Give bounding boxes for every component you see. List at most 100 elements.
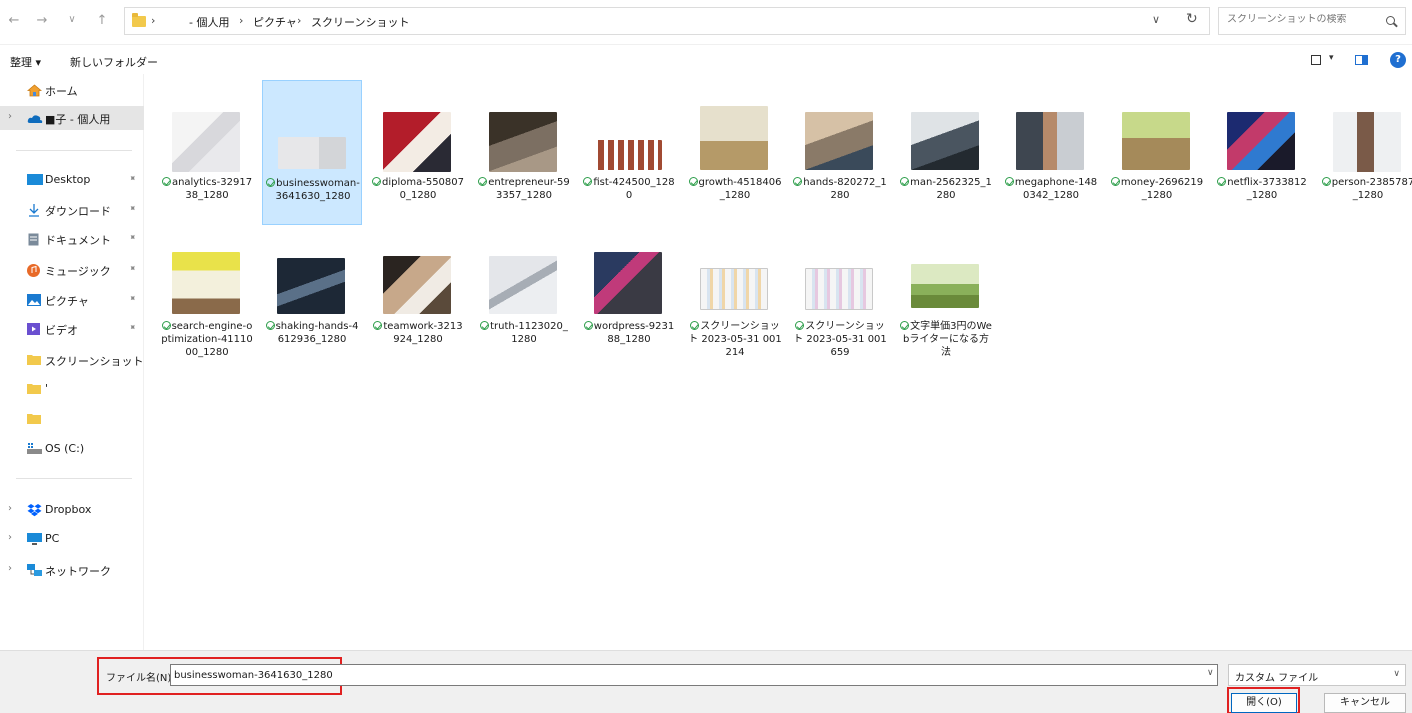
new-folder-button[interactable]: 新しいフォルダー	[70, 54, 158, 70]
sidebar-item-label: PC	[45, 532, 60, 545]
sync-status-icon	[1217, 177, 1227, 186]
view-mode-icon[interactable]	[1311, 55, 1321, 65]
sync-status-icon	[161, 321, 171, 330]
file-name-text: growth-4518406_1280	[698, 177, 782, 201]
chevron-right-icon[interactable]: ›	[8, 563, 12, 574]
file-tile[interactable]: hands-820272_1280	[790, 80, 890, 225]
address-row: ← → ∨ ↑ › - 個人用 › ピクチャ › スクリーンショット ∨ ↻	[0, 0, 1412, 44]
open-button[interactable]: 開く(O)	[1231, 693, 1297, 713]
breadcrumb-personal[interactable]: - 個人用	[189, 14, 229, 30]
file-name-text: money-2696219_1280	[1120, 177, 1204, 201]
search-icon[interactable]	[1386, 16, 1395, 25]
file-tile[interactable]: growth-4518406_1280	[685, 80, 785, 225]
sidebar-item-onedrive[interactable]: › ■子 - 個人用	[0, 106, 144, 130]
breadcrumb-pictures[interactable]: ピクチャ	[253, 14, 297, 30]
chevron-right-icon[interactable]: ›	[8, 111, 12, 122]
sidebar-item-label: ネットワーク	[45, 565, 111, 578]
sidebar-item-dropbox[interactable]: › Dropbox	[0, 498, 144, 522]
filename-input[interactable]	[170, 664, 1218, 686]
file-tile[interactable]: analytics-3291738_1280	[157, 80, 257, 225]
file-tile[interactable]: 文字単価3円のWebライターになる方法	[896, 224, 996, 369]
breadcrumb-screenshots[interactable]: スクリーンショット	[311, 14, 409, 30]
sidebar-item-downloads[interactable]: ダウンロード ✦	[0, 198, 144, 222]
pin-icon[interactable]: ✦	[126, 263, 138, 275]
dropbox-icon	[27, 504, 42, 517]
pin-icon[interactable]: ✦	[126, 203, 138, 215]
file-tile[interactable]: search-engine-optimization-4111000_1280	[157, 224, 257, 369]
file-tile[interactable]: man-2562325_1280	[896, 80, 996, 225]
filetype-select[interactable]: カスタム ファイル ∨	[1228, 664, 1406, 686]
forward-arrow-icon[interactable]: →	[34, 13, 50, 28]
folder-icon	[27, 384, 41, 394]
file-thumbnail	[383, 256, 451, 314]
chevron-down-icon: ∨	[1393, 669, 1400, 679]
file-name: スクリーンショット 2023-05-31 001659	[793, 320, 887, 359]
view-mode-dropdown-icon[interactable]: ▾	[1329, 53, 1334, 63]
file-tile[interactable]: truth-1123020_1280	[474, 224, 574, 369]
chevron-right-icon[interactable]: ›	[8, 532, 12, 543]
refresh-icon[interactable]: ↻	[1186, 11, 1198, 27]
file-dialog-footer: ファイル名(N): ∨ カスタム ファイル ∨ 開く(O) キャンセル	[0, 650, 1412, 713]
address-bar[interactable]: › - 個人用 › ピクチャ › スクリーンショット	[124, 7, 1210, 35]
pin-icon[interactable]: ✦	[126, 173, 138, 185]
cancel-button[interactable]: キャンセル	[1324, 693, 1406, 713]
sidebar-item-pictures[interactable]: ピクチャ ✦	[0, 288, 144, 312]
file-tile[interactable]: diploma-5508070_1280	[368, 80, 468, 225]
sidebar-item-pc[interactable]: › PC	[0, 527, 144, 551]
file-tile[interactable]: スクリーンショット 2023-05-31 001659	[790, 224, 890, 369]
file-name-text: businesswoman-3641630_1280	[275, 178, 360, 202]
file-thumbnail	[1333, 112, 1401, 172]
file-name: man-2562325_1280	[899, 176, 993, 202]
recent-locations-chevron-icon[interactable]: ∨	[64, 14, 80, 25]
pin-icon[interactable]: ✦	[126, 232, 138, 244]
pin-icon[interactable]: ✦	[126, 322, 138, 334]
sidebar-item-label: スクリーンショット	[45, 355, 144, 368]
sidebar-item-folder[interactable]	[0, 407, 144, 431]
address-history-chevron-icon[interactable]: ∨	[1152, 13, 1160, 26]
file-tile[interactable]: wordpress-923188_1280	[579, 224, 679, 369]
sidebar-item-videos[interactable]: ビデオ ✦	[0, 317, 144, 341]
sidebar-item-desktop[interactable]: Desktop ✦	[0, 168, 144, 192]
pin-icon[interactable]: ✦	[126, 293, 138, 305]
up-arrow-icon[interactable]: ↑	[94, 13, 110, 28]
document-icon	[28, 233, 39, 246]
file-name-text: 文字単価3円のWebライターになる方法	[903, 321, 992, 358]
search-box[interactable]	[1218, 7, 1406, 35]
file-tile[interactable]: shaking-hands-4612936_1280	[262, 224, 362, 369]
preview-pane-icon[interactable]	[1355, 55, 1368, 65]
sync-status-icon	[265, 321, 275, 330]
chevron-right-icon[interactable]: ›	[239, 14, 243, 27]
chevron-right-icon[interactable]: ›	[8, 503, 12, 514]
sidebar-item-documents[interactable]: ドキュメント ✦	[0, 227, 144, 251]
file-tile[interactable]: money-2696219_1280	[1107, 80, 1207, 225]
file-thumbnail	[805, 268, 873, 310]
file-tile[interactable]: megaphone-1480342_1280	[1001, 80, 1101, 225]
file-tile[interactable]: entrepreneur-593357_1280	[474, 80, 574, 225]
organize-button[interactable]: 整理 ▾	[10, 54, 41, 70]
sidebar-item-music[interactable]: ミュージック ✦	[0, 258, 144, 282]
chevron-right-icon[interactable]: ›	[297, 14, 301, 27]
chevron-right-icon[interactable]: ›	[151, 14, 155, 27]
file-tile[interactable]: スクリーンショット 2023-05-31 001214	[685, 224, 785, 369]
sidebar-item-folder[interactable]: '	[0, 377, 144, 401]
file-tile[interactable]: person-2385787_1280	[1318, 80, 1412, 225]
sidebar-item-network[interactable]: › ネットワーク	[0, 558, 144, 582]
search-input[interactable]	[1227, 14, 1377, 25]
back-arrow-icon[interactable]: ←	[6, 13, 22, 28]
file-name-text: diploma-5508070_1280	[381, 177, 465, 201]
file-tile[interactable]: teamwork-3213924_1280	[368, 224, 468, 369]
file-tile[interactable]: fist-424500_1280	[579, 80, 679, 225]
folder-icon	[27, 355, 41, 365]
sidebar-item-home[interactable]: ホーム	[0, 78, 144, 102]
sidebar-item-screenshots[interactable]: スクリーンショット	[0, 348, 144, 372]
sync-status-icon	[1004, 177, 1014, 186]
filename-dropdown-icon[interactable]: ∨	[1207, 668, 1214, 678]
file-tile-selected[interactable]: businesswoman-3641630_1280	[262, 80, 362, 225]
sync-status-icon	[688, 177, 698, 186]
file-name-text: hands-820272_1280	[803, 177, 887, 201]
sidebar-item-os-drive[interactable]: OS (C:)	[0, 437, 144, 461]
file-name: wordpress-923188_1280	[582, 320, 676, 346]
help-icon[interactable]: ?	[1390, 52, 1406, 68]
file-name-text: search-engine-optimization-4111000_1280	[161, 321, 253, 358]
file-tile[interactable]: netflix-3733812_1280	[1212, 80, 1312, 225]
